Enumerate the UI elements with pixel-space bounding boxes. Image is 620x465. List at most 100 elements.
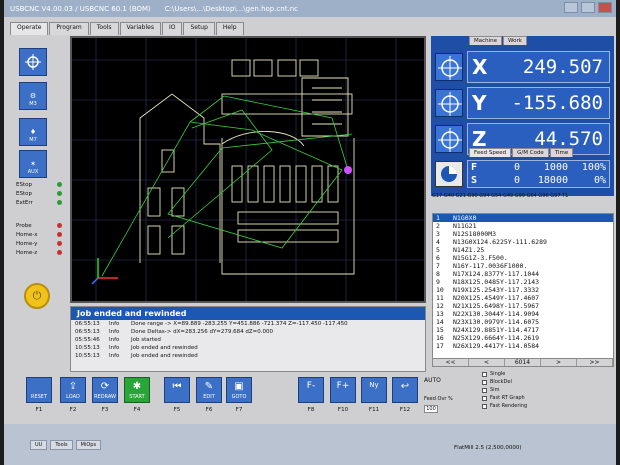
- checkbox[interactable]: [482, 379, 487, 385]
- feed-plus-button[interactable]: F+: [330, 377, 356, 403]
- gcode-line[interactable]: 1 N1G0X0: [433, 214, 613, 222]
- option-fast-rt-graph[interactable]: Fast RT Graph: [482, 394, 527, 402]
- m7-button[interactable]: ♦ M7: [19, 118, 47, 146]
- fkey-label: F10: [337, 407, 349, 413]
- led-dot: [57, 232, 62, 237]
- option-single[interactable]: Single: [482, 370, 527, 378]
- status-header: Job ended and rewinded: [71, 307, 425, 320]
- maximize-icon[interactable]: [581, 2, 595, 13]
- dro-x[interactable]: X 249.507: [467, 51, 610, 83]
- zero-z-button[interactable]: [435, 125, 463, 153]
- feed-minus-button[interactable]: F-: [298, 377, 324, 403]
- led-dot: [57, 223, 62, 228]
- close-icon[interactable]: [598, 2, 612, 13]
- fkey-label: F7: [235, 407, 243, 413]
- gcode-line-number: 6014: [505, 359, 541, 366]
- mode-label: AUTO: [424, 377, 441, 384]
- gcode-line[interactable]: 8 N17X124.8377Y-117.1044: [433, 270, 613, 278]
- option-fast-rendering[interactable]: Fast Rendering: [482, 402, 527, 410]
- power-button[interactable]: ⏻: [24, 283, 50, 309]
- feed-speed-icon: [435, 161, 463, 187]
- taskbar-item[interactable]: MiOps: [75, 440, 102, 450]
- gcode-line[interactable]: 12 N21X125.6498Y-117.5967: [433, 302, 613, 310]
- crosshair-icon: [438, 128, 462, 152]
- feed-override-input[interactable]: 100: [424, 405, 438, 413]
- gcode-line[interactable]: 5 N14Z1.25: [433, 246, 613, 254]
- option-blockdel[interactable]: BlockDel: [482, 378, 527, 386]
- rewind-button[interactable]: ⏮: [164, 377, 190, 403]
- edit-icon: ✎: [204, 381, 214, 392]
- dro-y[interactable]: Y -155.680: [467, 87, 610, 119]
- gcode-last-button[interactable]: >>: [577, 359, 613, 366]
- tab-feed-speed[interactable]: Feed Speed: [469, 148, 512, 157]
- gcode-line[interactable]: 4 N13G0X124.6225Y-111.6289: [433, 238, 613, 246]
- gcode-line[interactable]: 2 N11G21: [433, 222, 613, 230]
- return-icon: ↩: [400, 381, 410, 392]
- ny-button[interactable]: Ny: [361, 377, 387, 403]
- tab-gm-code[interactable]: G/M Code: [512, 148, 549, 157]
- gcode-line[interactable]: 10 N19X125.2543Y-117.3332: [433, 286, 613, 294]
- gcode-line[interactable]: 11 N20X125.4549Y-117.4607: [433, 294, 613, 302]
- toolpath-view[interactable]: [70, 36, 426, 303]
- taskbar-tasks: UU Tools MiOps: [30, 440, 102, 450]
- crosshair-icon: [438, 56, 462, 80]
- edit-button[interactable]: ✎ EDIT: [196, 377, 222, 403]
- zero-y-button[interactable]: [435, 89, 463, 117]
- log-row: 10:55:13 Info Job ended and rewinded: [75, 345, 198, 351]
- gcode-line[interactable]: 17 N26X129.4417Y-114.0584: [433, 342, 613, 350]
- tab-machine[interactable]: Machine: [469, 36, 503, 45]
- option-sim[interactable]: Sim: [482, 386, 527, 394]
- taskbar-item[interactable]: UU: [30, 440, 48, 450]
- tab-time[interactable]: Time: [549, 148, 574, 157]
- minimize-icon[interactable]: [564, 2, 578, 13]
- crosshair-icon: [438, 92, 462, 116]
- tab-program[interactable]: Program: [49, 22, 89, 35]
- tab-tools[interactable]: Tools: [89, 22, 119, 35]
- gcode-line[interactable]: 16 N25X129.6664Y-114.2619: [433, 334, 613, 342]
- fkey-label: F5: [173, 407, 181, 413]
- tab-io[interactable]: IO: [161, 22, 183, 35]
- feedspeed-panel: F 0 1000 100% S 0 18000 0%: [431, 159, 614, 189]
- fkey-label: F12: [399, 407, 411, 413]
- taskbar: UU Tools MiOps FlatMill 2.5 (2,500,0000): [4, 424, 616, 465]
- part-outline: [139, 59, 355, 275]
- load-button[interactable]: ⇪ LOAD: [60, 377, 86, 403]
- gcode-line[interactable]: 9 N18X125.0485Y-117.2143: [433, 278, 613, 286]
- taskbar-item[interactable]: Tools: [50, 440, 73, 450]
- goto-button[interactable]: ▣ GOTO: [226, 377, 252, 403]
- tab-help[interactable]: Help: [215, 22, 244, 35]
- goto-icon: ▣: [234, 381, 244, 392]
- gcode-first-button[interactable]: <<: [433, 359, 469, 366]
- checkbox[interactable]: [482, 395, 487, 401]
- start-button[interactable]: ✱ START: [124, 377, 150, 403]
- fkey-label: F3: [101, 407, 109, 413]
- tab-variables[interactable]: Variables: [119, 22, 161, 35]
- m3-button[interactable]: ⚙ M3: [19, 82, 47, 110]
- modal-codes: G17 G40 G21 G90 G94 G54 G49 G99 G64 G96 …: [432, 193, 569, 199]
- gcode-line[interactable]: 13 N22X130.3044Y-114.9094: [433, 310, 613, 318]
- tab-setup[interactable]: Setup: [183, 22, 215, 35]
- led-exterr: ExtErr: [10, 198, 68, 207]
- gcode-line[interactable]: 6 N15G1Z-3.F500.: [433, 254, 613, 262]
- gcode-list[interactable]: 1 N1G0X0 2 N11G21 3 N12S18000M3 4 N13G0X124.…: [432, 213, 614, 365]
- return-button[interactable]: ↩: [392, 377, 418, 403]
- gcode-line[interactable]: 3 N12S18000M3: [433, 230, 613, 238]
- tab-operate[interactable]: Operate: [10, 22, 49, 35]
- tab-work[interactable]: Work: [503, 36, 527, 45]
- gcode-prev-button[interactable]: <: [469, 359, 505, 366]
- gcode-line[interactable]: 7 N16Y-117.0036F1000.: [433, 262, 613, 270]
- gcode-line[interactable]: 14 N23X130.0979Y-114.6075: [433, 318, 613, 326]
- redraw-button[interactable]: ⟳ REDRAW: [92, 377, 118, 403]
- home-all-button[interactable]: [19, 48, 47, 76]
- checkbox[interactable]: [482, 403, 487, 409]
- reset-button[interactable]: RESET: [26, 377, 52, 403]
- axis-row-x: X 249.507: [431, 50, 614, 84]
- zero-x-button[interactable]: [435, 53, 463, 81]
- checkbox[interactable]: [482, 387, 487, 393]
- gcode-next-button[interactable]: >: [541, 359, 577, 366]
- led-dot: [57, 250, 62, 255]
- aux-button[interactable]: ✶ AUX: [19, 150, 47, 178]
- gcode-line[interactable]: 15 N24X129.8851Y-114.4717: [433, 326, 613, 334]
- checkbox[interactable]: [482, 371, 487, 377]
- taskbar-status: FlatMill 2.5 (2,500,0000): [454, 445, 522, 451]
